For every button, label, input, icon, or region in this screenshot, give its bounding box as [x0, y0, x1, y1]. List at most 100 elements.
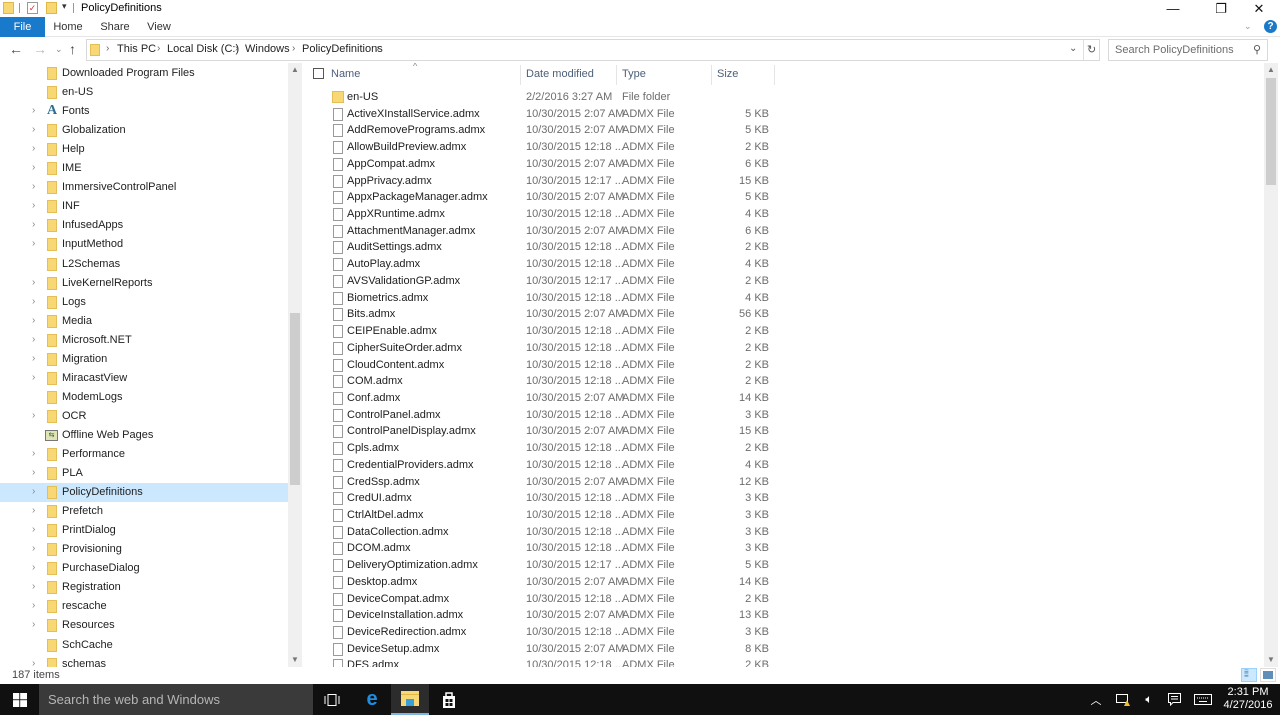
- file-row[interactable]: CtrlAltDel.admx 10/30/2015 12:18 ... ADMX …: [302, 507, 782, 524]
- breadcrumb-local-disk[interactable]: Local Disk (C:): [167, 43, 239, 55]
- expand-chevron-icon[interactable]: ›: [32, 105, 35, 116]
- expand-chevron-icon[interactable]: ›: [32, 124, 35, 135]
- breadcrumb-separator[interactable]: ›: [157, 43, 160, 54]
- select-all-checkbox[interactable]: [313, 68, 324, 79]
- file-row[interactable]: Biometrics.admx 10/30/2015 12:18 ... ADMX …: [302, 290, 782, 307]
- breadcrumb-separator[interactable]: ›: [376, 43, 379, 54]
- file-explorer-button[interactable]: [391, 684, 429, 715]
- large-icons-view-button[interactable]: [1260, 668, 1276, 682]
- column-divider[interactable]: [774, 65, 775, 85]
- expand-chevron-icon[interactable]: ›: [32, 658, 35, 667]
- column-name[interactable]: Name: [331, 68, 360, 80]
- column-divider[interactable]: [520, 65, 521, 85]
- expand-chevron-icon[interactable]: ›: [32, 448, 35, 459]
- refresh-icon[interactable]: ↻: [1087, 43, 1096, 56]
- expand-chevron-icon[interactable]: ›: [32, 162, 35, 173]
- expand-chevron-icon[interactable]: ›: [32, 581, 35, 592]
- tree-item[interactable]: › PolicyDefinitions: [0, 483, 288, 503]
- search-input[interactable]: [1109, 40, 1239, 60]
- expand-chevron-icon[interactable]: ›: [32, 334, 35, 345]
- tab-home[interactable]: Home: [49, 17, 87, 37]
- file-row[interactable]: ControlPanelDisplay.admx 10/30/2015 2:07 …: [302, 423, 782, 440]
- expand-chevron-icon[interactable]: ›: [32, 467, 35, 478]
- file-row[interactable]: AddRemovePrograms.admx 10/30/2015 2:07 AM…: [302, 122, 782, 139]
- help-icon[interactable]: ?: [1264, 20, 1277, 33]
- expand-chevron-icon[interactable]: ›: [32, 181, 35, 192]
- up-button[interactable]: ↑: [69, 41, 76, 57]
- file-row[interactable]: DeviceCompat.admx 10/30/2015 12:18 ... ADM…: [302, 591, 782, 608]
- tree-item[interactable]: › Microsoft.NET: [0, 331, 288, 350]
- tree-item[interactable]: › Help: [0, 140, 288, 159]
- scroll-down-arrow[interactable]: ▼: [1264, 653, 1278, 667]
- forward-button[interactable]: →: [33, 41, 47, 57]
- expand-chevron-icon[interactable]: ›: [32, 219, 35, 230]
- expand-ribbon-icon[interactable]: ⌄: [1244, 21, 1252, 32]
- expand-chevron-icon[interactable]: ›: [32, 410, 35, 421]
- expand-chevron-icon[interactable]: ›: [32, 353, 35, 364]
- file-row[interactable]: AVSValidationGP.admx 10/30/2015 12:17 ...…: [302, 273, 782, 290]
- file-row[interactable]: Desktop.admx 10/30/2015 2:07 AM ADMX File 1…: [302, 574, 782, 591]
- file-row[interactable]: DataCollection.admx 10/30/2015 12:18 ... A…: [302, 524, 782, 541]
- file-row[interactable]: CEIPEnable.admx 10/30/2015 12:18 ... ADMX …: [302, 323, 782, 340]
- file-row[interactable]: DeviceInstallation.admx 10/30/2015 2:07 A…: [302, 607, 782, 624]
- file-row[interactable]: Bits.admx 10/30/2015 2:07 AM ADMX File 56 K…: [302, 306, 782, 323]
- recent-locations-button[interactable]: ⌄: [55, 44, 63, 55]
- file-row[interactable]: AllowBuildPreview.admx 10/30/2015 12:18 .…: [302, 139, 782, 156]
- scrollbar-thumb[interactable]: [290, 313, 300, 485]
- tree-item[interactable]: › A Fonts: [0, 102, 288, 121]
- show-hidden-icons-button[interactable]: ︿: [1084, 684, 1108, 715]
- start-button[interactable]: [0, 684, 39, 715]
- file-row[interactable]: AppCompat.admx 10/30/2015 2:07 AM ADMX Fil…: [302, 156, 782, 173]
- tree-item[interactable]: › Performance: [0, 445, 288, 464]
- minimize-button[interactable]: —: [1158, 0, 1188, 17]
- tree-item[interactable]: › Media: [0, 312, 288, 331]
- tree-item[interactable]: L2Schemas: [0, 255, 288, 274]
- tree-item[interactable]: › Resources: [0, 616, 288, 635]
- volume-button[interactable]: 🔈︎: [1137, 684, 1161, 715]
- tree-item[interactable]: › PrintDialog: [0, 521, 288, 540]
- expand-chevron-icon[interactable]: ›: [32, 619, 35, 630]
- breadcrumb-separator[interactable]: ›: [235, 43, 238, 54]
- scrollbar-thumb[interactable]: [1266, 78, 1276, 185]
- file-row[interactable]: AttachmentManager.admx 10/30/2015 2:07 AM…: [302, 223, 782, 240]
- file-row[interactable]: Cpls.admx 10/30/2015 12:18 ... ADMX File 2 …: [302, 440, 782, 457]
- scroll-up-arrow[interactable]: ▲: [288, 63, 302, 77]
- file-row[interactable]: en-US 2/2/2016 3:27 AM File folder: [302, 89, 782, 106]
- column-date-modified[interactable]: Date modified: [526, 68, 594, 80]
- tree-item[interactable]: › Registration: [0, 578, 288, 597]
- tree-item[interactable]: › Prefetch: [0, 502, 288, 521]
- edge-browser-button[interactable]: e: [353, 684, 391, 715]
- tree-item[interactable]: Downloaded Program Files: [0, 64, 288, 83]
- tree-item[interactable]: › Migration: [0, 350, 288, 369]
- file-row[interactable]: DFS.admx 10/30/2015 12:18 ... ADMX File 2 K…: [302, 657, 782, 667]
- file-row[interactable]: COM.admx 10/30/2015 12:18 ... ADMX File 2 K…: [302, 373, 782, 390]
- taskbar-search-box[interactable]: Search the web and Windows: [39, 684, 313, 715]
- breadcrumb-windows[interactable]: Windows: [245, 43, 290, 55]
- close-button[interactable]: ✕: [1244, 0, 1274, 17]
- tree-item[interactable]: › PurchaseDialog: [0, 559, 288, 578]
- new-folder-icon[interactable]: [46, 2, 57, 14]
- breadcrumb-this-pc[interactable]: This PC: [117, 43, 156, 55]
- expand-chevron-icon[interactable]: ›: [32, 372, 35, 383]
- file-row[interactable]: AppXRuntime.admx 10/30/2015 12:18 ... ADMX…: [302, 206, 782, 223]
- tree-item[interactable]: › Logs: [0, 293, 288, 312]
- touch-keyboard-button[interactable]: [1188, 684, 1218, 715]
- details-view-button[interactable]: ≡ ≡: [1241, 668, 1257, 682]
- tree-item[interactable]: ⇆ Offline Web Pages: [0, 426, 288, 445]
- file-row[interactable]: Conf.admx 10/30/2015 2:07 AM ADMX File 14 K…: [302, 390, 782, 407]
- tree-item[interactable]: › OCR: [0, 407, 288, 426]
- nav-pane-scrollbar[interactable]: ▲ ▼: [288, 63, 302, 667]
- file-row[interactable]: AutoPlay.admx 10/30/2015 12:18 ... ADMX Fi…: [302, 256, 782, 273]
- scroll-down-arrow[interactable]: ▼: [288, 653, 302, 667]
- file-row[interactable]: AppPrivacy.admx 10/30/2015 12:17 ... ADMX …: [302, 173, 782, 190]
- tree-item[interactable]: › PLA: [0, 464, 288, 483]
- search-box[interactable]: ⚲: [1108, 39, 1268, 61]
- search-icon[interactable]: ⚲: [1253, 43, 1261, 56]
- column-divider[interactable]: [616, 65, 617, 85]
- expand-chevron-icon[interactable]: ›: [32, 200, 35, 211]
- back-button[interactable]: ←: [9, 41, 23, 57]
- tree-item[interactable]: en-US: [0, 83, 288, 102]
- task-view-button[interactable]: [313, 684, 351, 715]
- file-list-scrollbar[interactable]: ▲ ▼: [1264, 63, 1278, 667]
- column-type[interactable]: Type: [622, 68, 646, 80]
